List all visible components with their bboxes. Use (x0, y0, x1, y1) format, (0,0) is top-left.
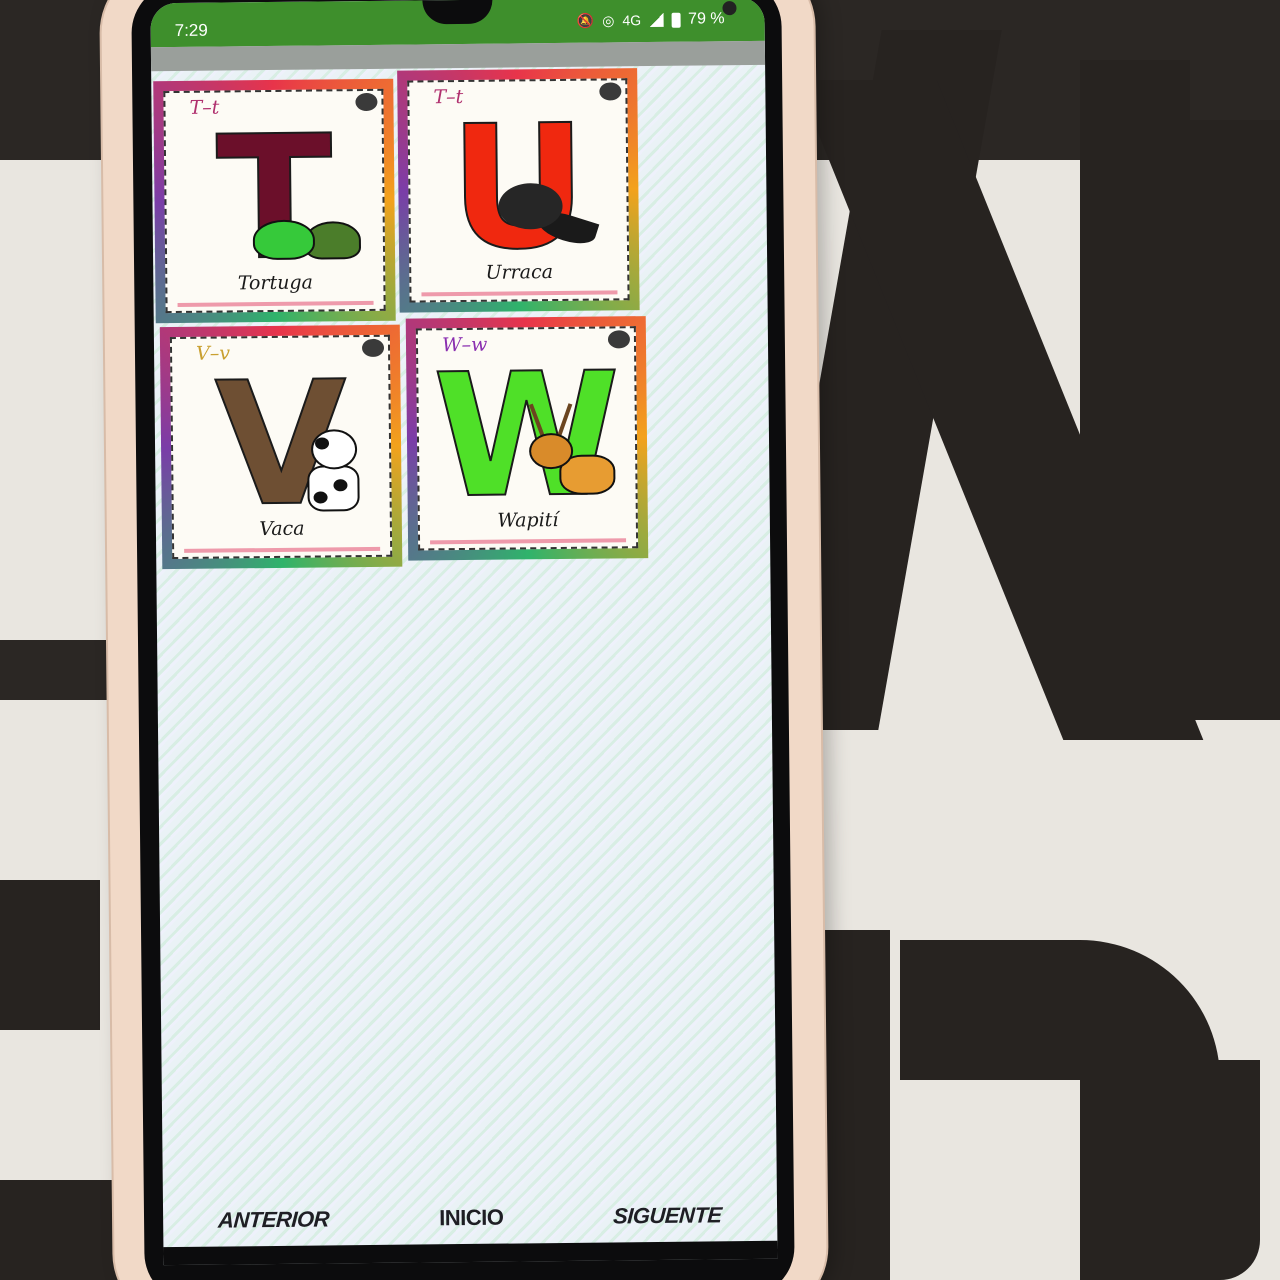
letter-cards-grid: T–t T Tortuga T–t U Urraca V–v V (153, 68, 649, 571)
source-url-strip (177, 300, 374, 307)
logo-badge-icon (607, 330, 631, 349)
animal-word: Urraca (485, 261, 554, 284)
logo-badge-icon (361, 338, 385, 358)
battery-icon (671, 12, 681, 28)
phone-screen: 7:29 🔕 ◎ 4G 79 % T–t T Tortuga T–t Urrac… (150, 0, 778, 1266)
animal-word: Wapití (497, 509, 559, 532)
network-type: 4G (622, 12, 642, 29)
logo-badge-icon (599, 82, 622, 101)
app-bar (150, 40, 766, 72)
letter-card-w[interactable]: W–w W Wapití (405, 316, 649, 561)
poster-letter-stroke (1170, 120, 1280, 720)
previous-button[interactable]: ANTERIOR (217, 1206, 330, 1233)
deer-icon (523, 402, 624, 503)
letter-card-v[interactable]: V–v V Vaca (159, 324, 403, 570)
poster-letter-stroke (900, 940, 1220, 1080)
status-bar: 7:29 🔕 ◎ 4G 79 % (150, 0, 765, 48)
camera-notch (422, 0, 737, 25)
status-time: 7:29 (174, 20, 208, 40)
battery-percent: 79 % (688, 10, 725, 28)
poster-letter-stroke (0, 1180, 120, 1280)
home-button[interactable]: INICIO (439, 1205, 504, 1232)
mute-icon: 🔕 (576, 12, 595, 29)
turtle-icon (252, 213, 364, 264)
next-button[interactable]: SIGUENTE (613, 1202, 723, 1229)
animal-word: Tortuga (237, 271, 314, 295)
poster-letter-stroke (1080, 1060, 1260, 1280)
logo-badge-icon (355, 92, 378, 112)
source-url-strip (430, 538, 627, 545)
poster-letter-stroke (0, 880, 100, 1030)
source-url-strip (421, 290, 618, 297)
letter-card-u[interactable]: T–t U Urraca (397, 68, 640, 313)
signal-icon (649, 12, 664, 28)
hotspot-icon: ◎ (602, 11, 615, 29)
bottom-navigation: ANTERIOR INICIO SIGUENTE (163, 1193, 777, 1243)
source-url-strip (184, 546, 381, 553)
raven-icon (492, 175, 603, 256)
animal-word: Vaca (259, 517, 305, 541)
letter-card-t[interactable]: T–t T Tortuga (153, 78, 396, 324)
status-icons: 🔕 ◎ 4G 79 % (577, 10, 725, 30)
cow-icon (303, 429, 374, 520)
